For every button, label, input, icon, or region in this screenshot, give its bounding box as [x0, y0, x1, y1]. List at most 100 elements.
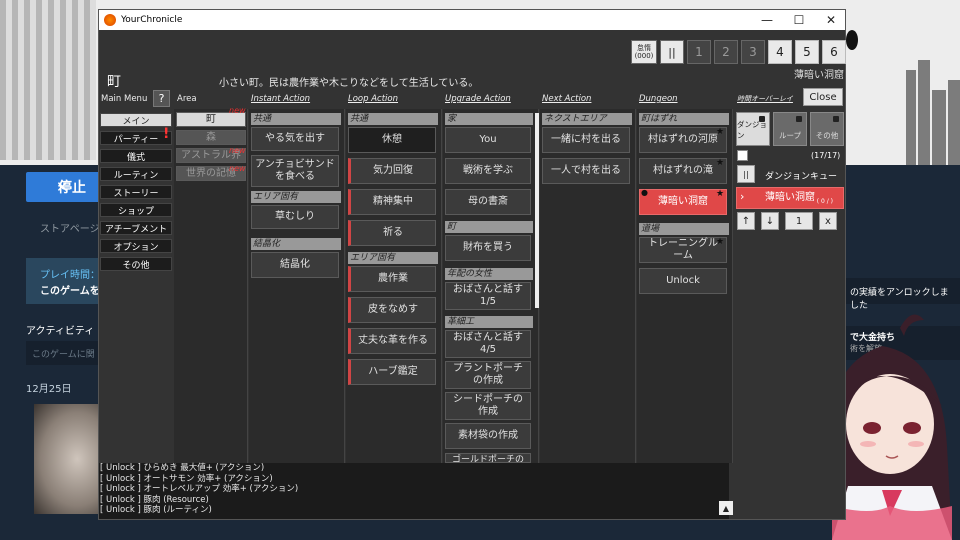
upgrade-town-section: 町 — [445, 221, 533, 233]
area-forest[interactable]: 森 — [176, 130, 246, 145]
loop-area-section: エリア固有 — [348, 252, 438, 264]
menu-achievement[interactable]: アチーブメント — [100, 221, 172, 235]
menu-option[interactable]: オプション — [100, 239, 172, 253]
speed-2-button[interactable]: 2 — [714, 40, 738, 64]
queue-tab-loop[interactable]: ループ — [773, 112, 807, 146]
loop-farming[interactable]: 農作業 — [348, 266, 436, 292]
steam-playtime-box — [26, 258, 106, 304]
speed-1-button[interactable]: 1 — [687, 40, 711, 64]
col-instant-action: Instant Action — [251, 94, 311, 104]
pause-button[interactable]: || — [660, 40, 684, 64]
menu-story[interactable]: ストーリー — [100, 185, 172, 199]
app-window: YourChronicle — ☐ ✕ 町 小さい町。民は農作業や木こりなどをし… — [98, 9, 846, 520]
loop-pray[interactable]: 祈る — [348, 220, 436, 246]
queue-tab-label: その他 — [815, 131, 839, 140]
instant-crystal-section: 結晶化 — [251, 238, 341, 250]
loop-tan-leather[interactable]: 皮をなめす — [348, 297, 436, 323]
log-line: [ Unlock ] オートレベルアップ 効率+ (アクション) — [100, 484, 299, 494]
dungeon-riverbank[interactable]: 村はずれの河原 — [639, 127, 727, 153]
maximize-button[interactable]: ☐ — [783, 10, 815, 30]
alert-icon: ! — [163, 126, 170, 142]
menu-main[interactable]: メイン — [100, 113, 172, 127]
menu-ritual[interactable]: 儀式 — [100, 149, 172, 163]
steam-thumbnail[interactable] — [34, 404, 106, 514]
dungeon-dim-cave[interactable]: 薄暗い洞窟 — [639, 189, 727, 215]
queue-tab-dungeon[interactable]: ダンジョン — [736, 112, 770, 146]
star-icon: ★ — [716, 127, 725, 137]
tab-indicator-icon — [833, 116, 839, 122]
title-bar[interactable]: YourChronicle — ☐ ✕ — [99, 10, 845, 30]
steam-stop-button[interactable]: ✕ 停止 — [26, 172, 106, 202]
loop-herb-appraisal[interactable]: ハーブ鑑定 — [348, 359, 436, 385]
log-expand-button[interactable]: ▲ — [719, 501, 733, 515]
upgrade-you[interactable]: You — [445, 127, 531, 153]
window-close-button[interactable]: ✕ — [815, 10, 847, 30]
loop-rest[interactable]: 休憩 — [348, 127, 436, 153]
star-icon: ★ — [716, 158, 725, 168]
steam-playtime-value: このゲームを — [40, 286, 100, 297]
upgrade-scrollbar[interactable] — [535, 113, 539, 308]
queue-pause-button[interactable]: || — [737, 165, 755, 183]
game-client: 町 小さい町。民は農作業や木こりなどをして生活している。 怠惰 (000) ||… — [99, 30, 846, 519]
upgrade-plant-pouch[interactable]: プラントポーチの作成 — [445, 361, 531, 389]
instant-weeding[interactable]: 草むしり — [251, 205, 339, 229]
minimize-button[interactable]: — — [751, 10, 783, 30]
loop-strong-leather[interactable]: 丈夫な革を作る — [348, 328, 436, 354]
speed-4-button[interactable]: 4 — [768, 40, 792, 64]
dungeon-training-room[interactable]: トレーニングルーム — [639, 237, 727, 263]
col-queue: 時間オーバーレイ — [737, 95, 793, 103]
dungeon-dojo-section: 道場 — [639, 223, 729, 235]
log-line: [ Unlock ] ひらめき 最大値+ (アクション) — [100, 463, 265, 473]
queue-close-button[interactable]: Close — [803, 88, 843, 106]
menu-other[interactable]: その他 — [100, 257, 172, 271]
instant-motivate[interactable]: やる気を出す — [251, 127, 339, 151]
speed-controls: 怠惰 (000) || 1 2 3 4 5 6 — [631, 40, 846, 64]
col-upgrade-action: Upgrade Action — [445, 94, 511, 104]
queue-current-dungeon[interactable]: › 薄暗い洞窟 ( 0 / ) — [736, 187, 844, 209]
lazy-button[interactable]: 怠惰 (000) — [631, 40, 657, 64]
queue-tab-other[interactable]: その他 — [810, 112, 844, 146]
upgrade-mother-study[interactable]: 母の書斎 — [445, 189, 531, 215]
queue-checkbox[interactable] — [737, 150, 748, 161]
upgrade-talk-aunt-2[interactable]: おばさんと話す 4/5 — [445, 330, 531, 358]
instant-eat-sandwich[interactable]: アンチョビサンドを食べる — [251, 155, 339, 187]
col-loop-action: Loop Action — [348, 94, 399, 104]
speed-3-button[interactable]: 3 — [741, 40, 765, 64]
dungeon-waterfall[interactable]: 村はずれの滝 — [639, 158, 727, 184]
speed-6-button[interactable]: 6 — [822, 40, 846, 64]
dungeon-unlock[interactable]: Unlock — [639, 268, 727, 294]
loop-recover[interactable]: 気力回復 — [348, 158, 436, 184]
loop-focus[interactable]: 精神集中 — [348, 189, 436, 215]
help-button[interactable]: ? — [153, 90, 170, 107]
steam-activity-input[interactable]: このゲームに関 — [26, 341, 106, 365]
next-leave-together[interactable]: 一緒に村を出る — [542, 127, 630, 153]
queue-quantity[interactable]: 1 — [785, 212, 813, 230]
upgrade-material-bag[interactable]: 素材袋の作成 — [445, 423, 531, 449]
queue-up-button[interactable]: ↑ — [737, 212, 755, 230]
steam-store-tab[interactable]: ストアページ — [40, 220, 100, 235]
window-title: YourChronicle — [121, 15, 183, 25]
menu-shop[interactable]: ショップ — [100, 203, 172, 217]
steam-playtime-label: プレイ時間： — [40, 270, 100, 281]
menu-routine[interactable]: ルーティン — [100, 167, 172, 181]
menu-party[interactable]: パーティー — [100, 131, 172, 145]
upgrade-gold-pouch[interactable]: ゴールドポーチの — [445, 453, 531, 463]
upgrade-seed-pouch[interactable]: シードポーチの作成 — [445, 392, 531, 420]
lazy-label: 怠惰 (000) — [634, 44, 654, 60]
queue-label: ダンジョンキュー — [765, 172, 838, 182]
steam-date: 12月25日 — [26, 384, 72, 395]
queue-down-button[interactable]: ↓ — [761, 212, 779, 230]
unlock-log: [ Unlock ] ひらめき 最大値+ (アクション) [ Unlock ] … — [99, 463, 729, 519]
new-badge: new — [229, 164, 246, 173]
upgrade-learn-tactics[interactable]: 戦術を学ぶ — [445, 158, 531, 184]
upgrade-talk-aunt-1[interactable]: おばさんと話す 1/5 — [445, 282, 531, 310]
current-place-title: 町 — [107, 74, 121, 90]
queue-count: (17/17) — [811, 151, 841, 160]
speed-5-button[interactable]: 5 — [795, 40, 819, 64]
upgrade-buy-wallet[interactable]: 財布を買う — [445, 235, 531, 261]
instant-area-section: エリア固有 — [251, 191, 341, 203]
instant-crystallize[interactable]: 結晶化 — [251, 252, 339, 278]
next-leave-alone[interactable]: 一人で村を出る — [542, 158, 630, 184]
log-line: [ Unlock ] 豚肉 (Resource) — [100, 494, 209, 505]
queue-remove-button[interactable]: x — [819, 212, 837, 230]
